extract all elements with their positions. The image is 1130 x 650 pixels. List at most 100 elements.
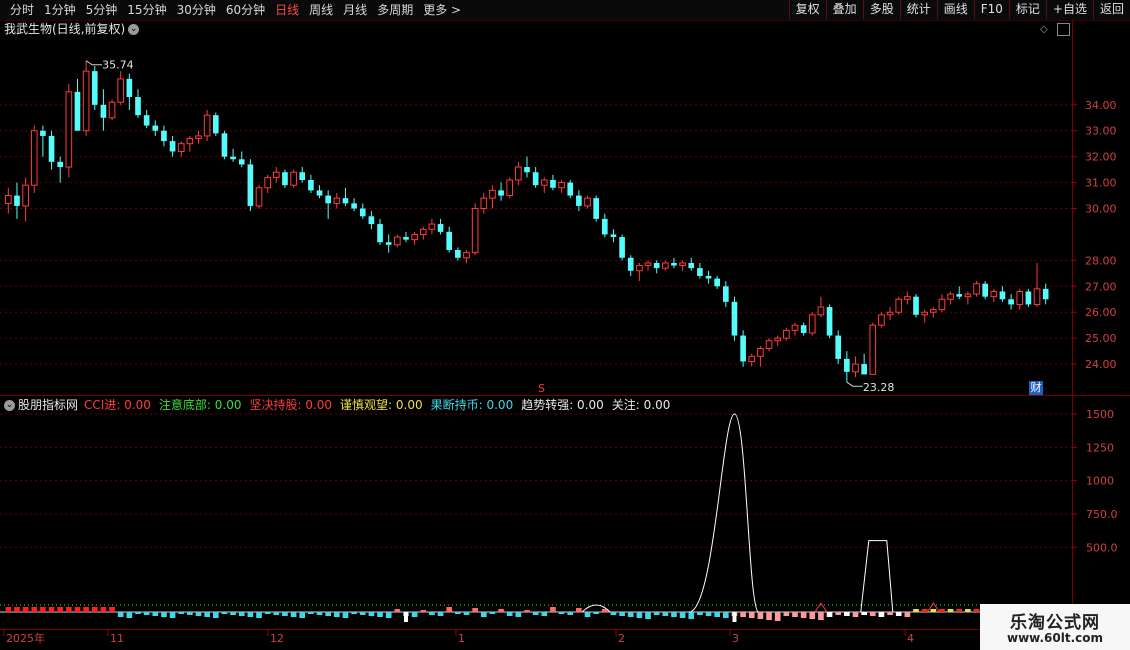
candle-body — [644, 262, 652, 267]
indicator-bar — [887, 612, 893, 615]
candle-body — [30, 130, 38, 186]
candle-body — [714, 278, 721, 287]
indicator-bar — [930, 609, 937, 612]
price-tick-label: 27.00 — [1085, 280, 1117, 293]
indicator-bar — [359, 612, 366, 615]
indicator-bar — [91, 607, 98, 612]
candle-body — [558, 182, 565, 189]
indicator-bar — [178, 612, 185, 614]
indicator-bar — [308, 612, 314, 614]
candle-body — [982, 283, 988, 297]
candle-body — [290, 171, 297, 186]
candle-body — [1033, 288, 1041, 305]
cci-plateau-line — [860, 540, 894, 613]
candle-body — [411, 233, 418, 241]
candle-body — [152, 125, 159, 131]
candle-body — [480, 197, 488, 210]
indicator-tick-label: 750.0 — [1086, 508, 1118, 521]
time-axis-label: 12 — [270, 632, 284, 645]
candle-body — [956, 294, 963, 297]
indicator-bar — [740, 612, 746, 617]
indicator-bar — [835, 612, 842, 615]
candle-body — [913, 296, 919, 315]
candle-body — [852, 363, 859, 373]
indicator-bar — [455, 612, 461, 614]
candle-body — [869, 324, 877, 375]
candle-body — [221, 133, 228, 157]
indicator-bar — [965, 609, 971, 612]
candle-body — [14, 195, 20, 206]
indicator-tick-label: 1250 — [1086, 441, 1114, 454]
candle-body — [212, 115, 219, 134]
indicator-bar — [333, 612, 340, 617]
indicator-bar — [83, 607, 89, 612]
candle-body — [540, 179, 548, 186]
indicator-bar — [204, 612, 210, 617]
price-tick-label: 26.00 — [1085, 306, 1117, 319]
indicator-bar — [385, 612, 392, 618]
indicator-bar — [66, 607, 72, 612]
indicator-bar — [506, 612, 513, 616]
indicator-bar — [757, 612, 764, 619]
candle-body — [74, 91, 81, 131]
watermark-logo: 乐淘公式网 www.60lt.com — [980, 604, 1130, 650]
indicator-bar — [956, 609, 963, 612]
indicator-bar — [368, 612, 375, 616]
time-axis-label: 4 — [907, 632, 914, 645]
low-pointer — [846, 381, 863, 387]
candle-body — [791, 324, 799, 331]
indicator-bar — [256, 612, 262, 618]
price-tick-label: 34.00 — [1085, 99, 1117, 112]
indicator-bar — [264, 612, 271, 614]
indicator-bar — [774, 612, 781, 621]
candle-body — [161, 130, 167, 142]
time-axis-label: 1 — [458, 632, 465, 645]
candle-body — [333, 197, 341, 204]
candle-body — [5, 195, 12, 204]
indicator-bar — [947, 609, 954, 612]
candle-body — [126, 78, 133, 98]
candle-body — [990, 290, 998, 298]
candle-body — [506, 179, 514, 197]
candle-body — [203, 114, 211, 137]
indicator-bar — [550, 607, 556, 612]
kline-chart[interactable]: 34.00 33.00 32.00 31.00 30.00 28.00 27.00 26.00… — [0, 0, 1130, 650]
candle-body — [878, 314, 885, 326]
indicator-bar — [126, 612, 133, 618]
candle-body — [861, 364, 867, 375]
indicator-bar — [161, 612, 167, 617]
candle-body — [446, 231, 453, 250]
indicator-bar — [195, 612, 202, 616]
indicator-bar — [515, 612, 522, 617]
indicator-bar — [913, 609, 919, 612]
indicator-bar — [705, 612, 712, 616]
indicator-bar — [48, 607, 55, 612]
indicator-bar — [748, 612, 755, 618]
high-price-label: 35.74 — [102, 59, 133, 72]
candle-body — [117, 78, 125, 103]
candle-body — [619, 237, 625, 258]
candle-body — [143, 115, 150, 126]
candle-body — [325, 195, 331, 204]
indicator-bar — [576, 608, 582, 612]
candle-body — [169, 141, 176, 152]
candle-body — [299, 172, 306, 180]
candle-body — [247, 164, 254, 206]
candle-body — [186, 138, 194, 145]
candle-body — [627, 257, 634, 271]
indicator-bar — [973, 609, 980, 612]
candle-body — [757, 348, 764, 357]
candle-body — [826, 307, 833, 336]
price-tick-label: 24.00 — [1085, 358, 1117, 371]
candle-body — [921, 311, 928, 316]
indicator-bar — [14, 607, 20, 612]
indicator-bar — [532, 612, 539, 615]
candle-body — [765, 340, 773, 350]
indicator-bar — [939, 609, 945, 612]
indicator-bar — [273, 612, 280, 615]
candle-body — [947, 293, 954, 300]
indicator-bar — [697, 612, 703, 615]
indicator-bar — [316, 612, 323, 615]
candle-body — [368, 216, 375, 225]
indicator-tick-label: 500.0 — [1086, 541, 1118, 554]
